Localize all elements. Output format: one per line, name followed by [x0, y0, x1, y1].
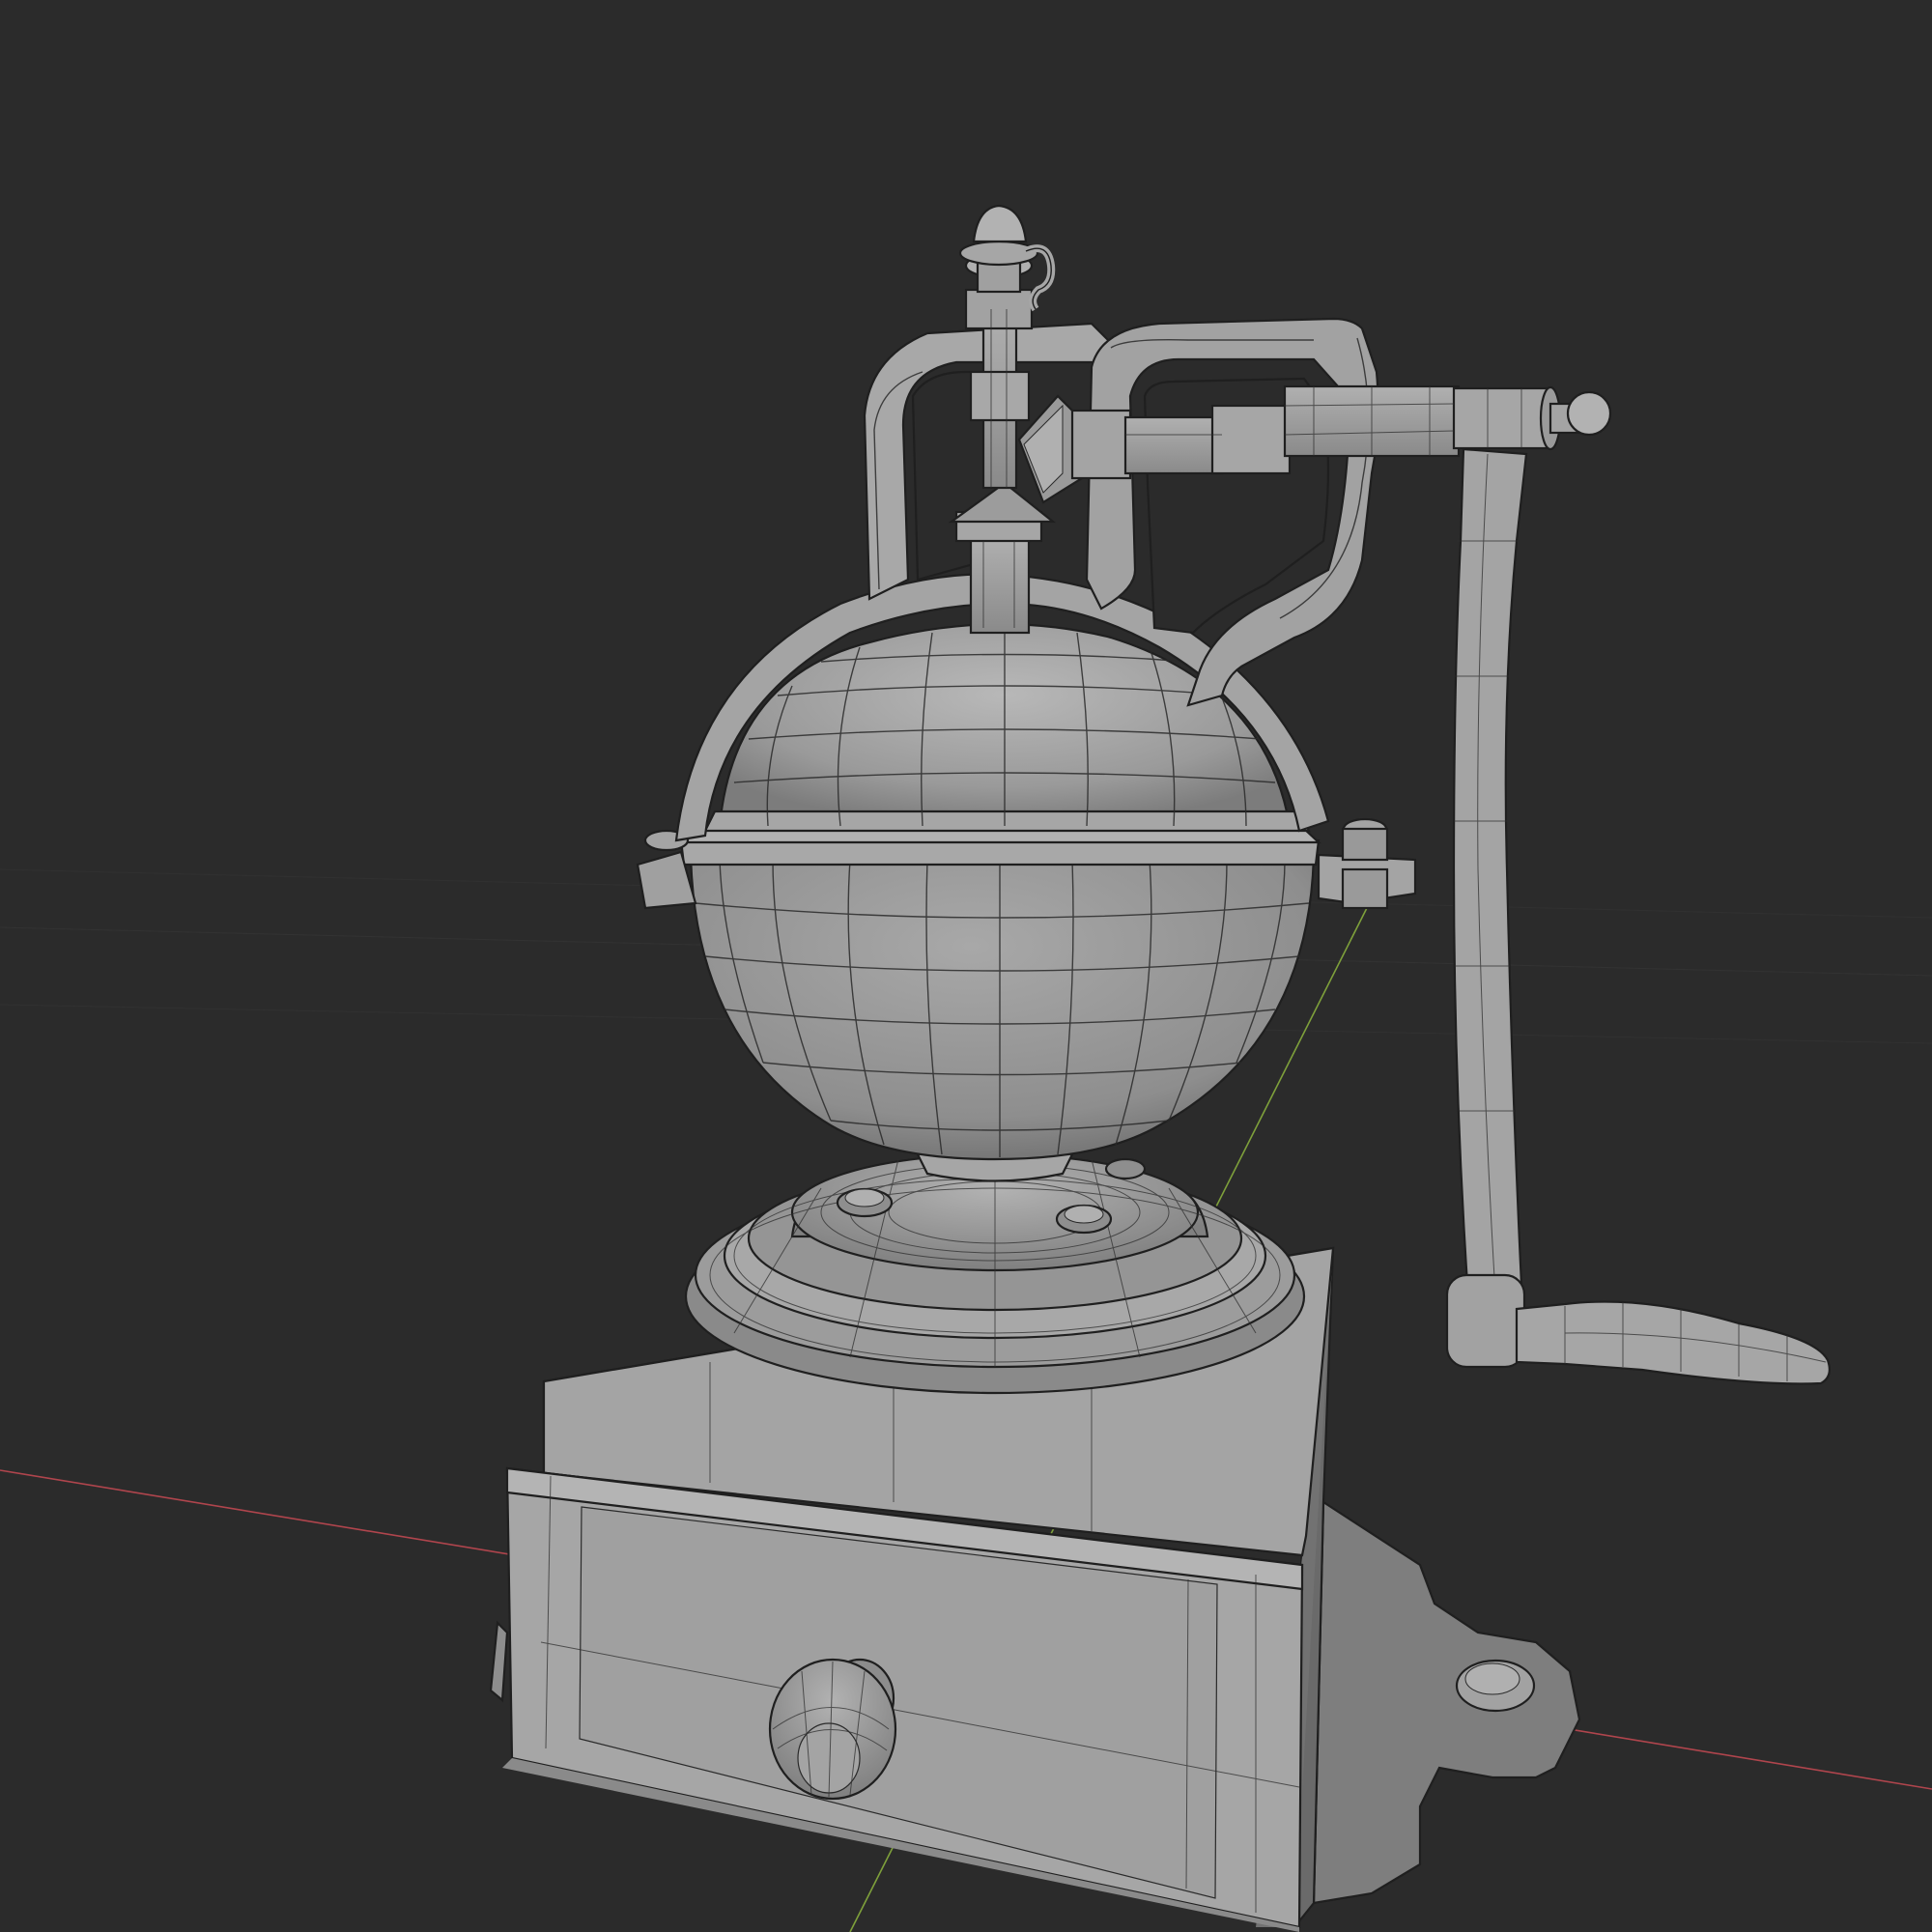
viewport-scene[interactable] — [0, 0, 1932, 1932]
grinder-lower-hemisphere — [689, 853, 1316, 1161]
grinder-base-dome — [684, 1146, 1306, 1395]
3d-viewport[interactable] — [0, 0, 1932, 1932]
base-bolt — [1104, 1157, 1147, 1180]
drawer-knob — [768, 1658, 897, 1801]
grinder-crank-handle — [1515, 1300, 1831, 1385]
base-bolt — [836, 1187, 894, 1218]
base-bolt — [1055, 1204, 1113, 1235]
grinder-crank-arm — [1445, 447, 1528, 1369]
